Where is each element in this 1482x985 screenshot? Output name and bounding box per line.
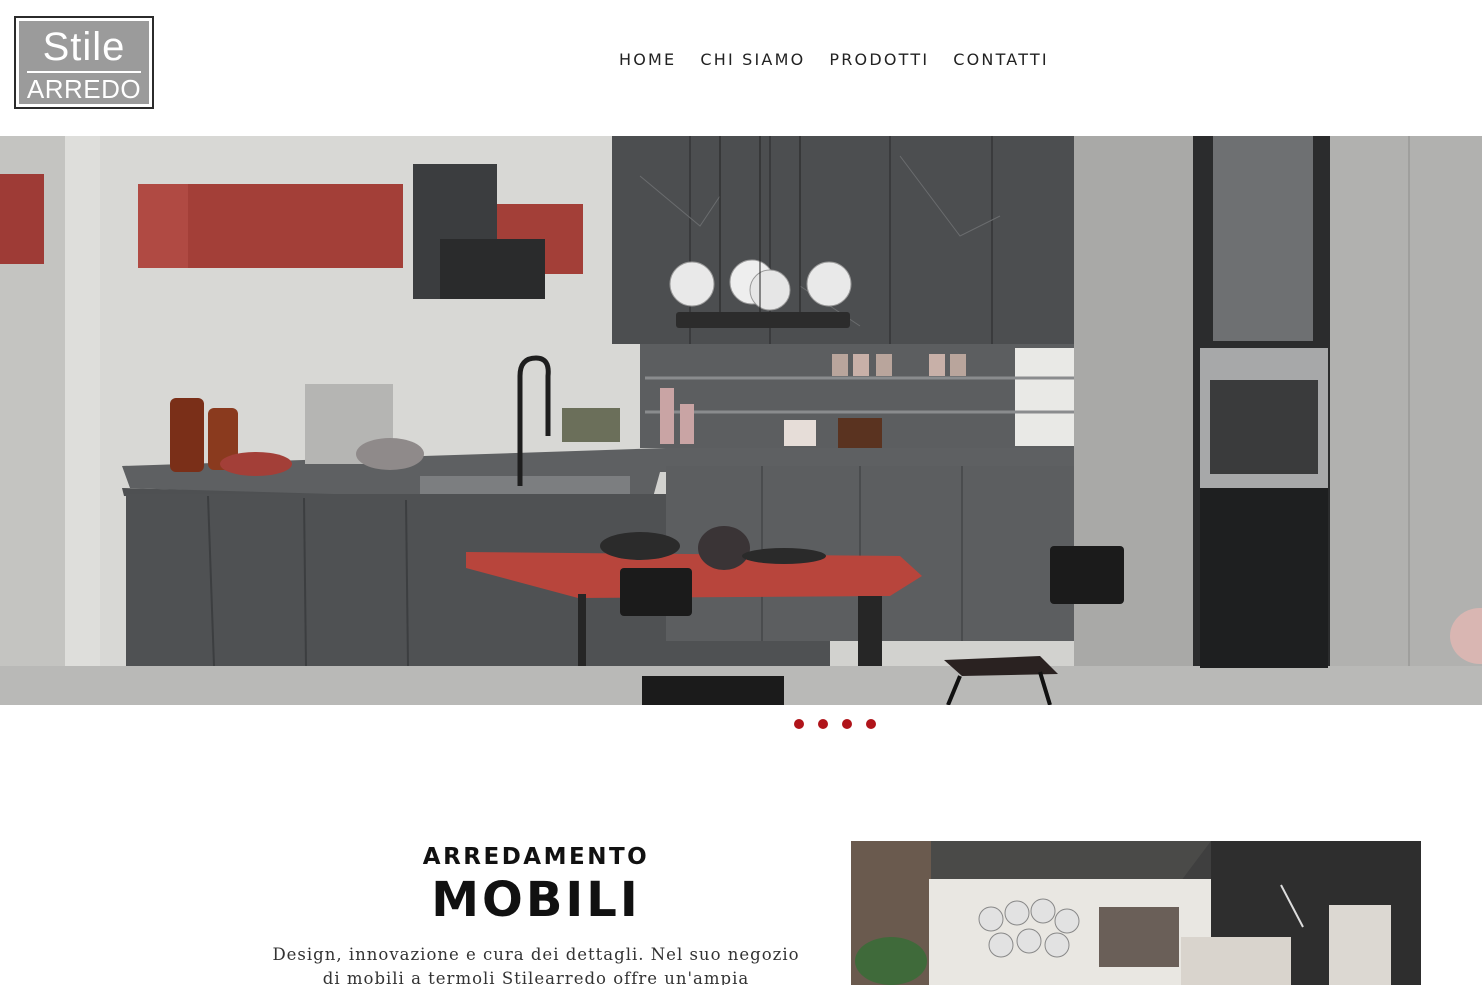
kitchen-photo-image [851, 841, 1421, 985]
hero-kitchen-image [0, 136, 1482, 705]
logo-mark: Stile ARREDO [19, 21, 149, 104]
slider-dot-1[interactable] [794, 719, 804, 729]
section-description: Design, innovazione e cura dei dettagli.… [272, 945, 800, 985]
logo-text-top: Stile [42, 25, 126, 69]
section-subtitle: ARREDAMENTO [422, 844, 650, 870]
site-logo[interactable]: Stile ARREDO [14, 16, 154, 109]
slider-pagination [794, 719, 876, 729]
section-title: MOBILI [431, 872, 641, 928]
nav-prodotti[interactable]: PRODOTTI [829, 50, 929, 69]
slider-dot-3[interactable] [842, 719, 852, 729]
kitchen-photo [851, 841, 1421, 985]
main-nav: HOME CHI SIAMO PRODOTTI CONTATTI [619, 50, 1073, 69]
nav-contatti[interactable]: CONTATTI [953, 50, 1049, 69]
hero-slider[interactable] [0, 136, 1482, 705]
nav-home[interactable]: HOME [619, 50, 676, 69]
nav-chi-siamo[interactable]: CHI SIAMO [700, 50, 805, 69]
logo-text-bottom: ARREDO [26, 74, 142, 104]
slider-dot-2[interactable] [818, 719, 828, 729]
slider-dot-4[interactable] [866, 719, 876, 729]
site-header: Stile ARREDO HOME CHI SIAMO PRODOTTI CON… [0, 0, 1482, 136]
